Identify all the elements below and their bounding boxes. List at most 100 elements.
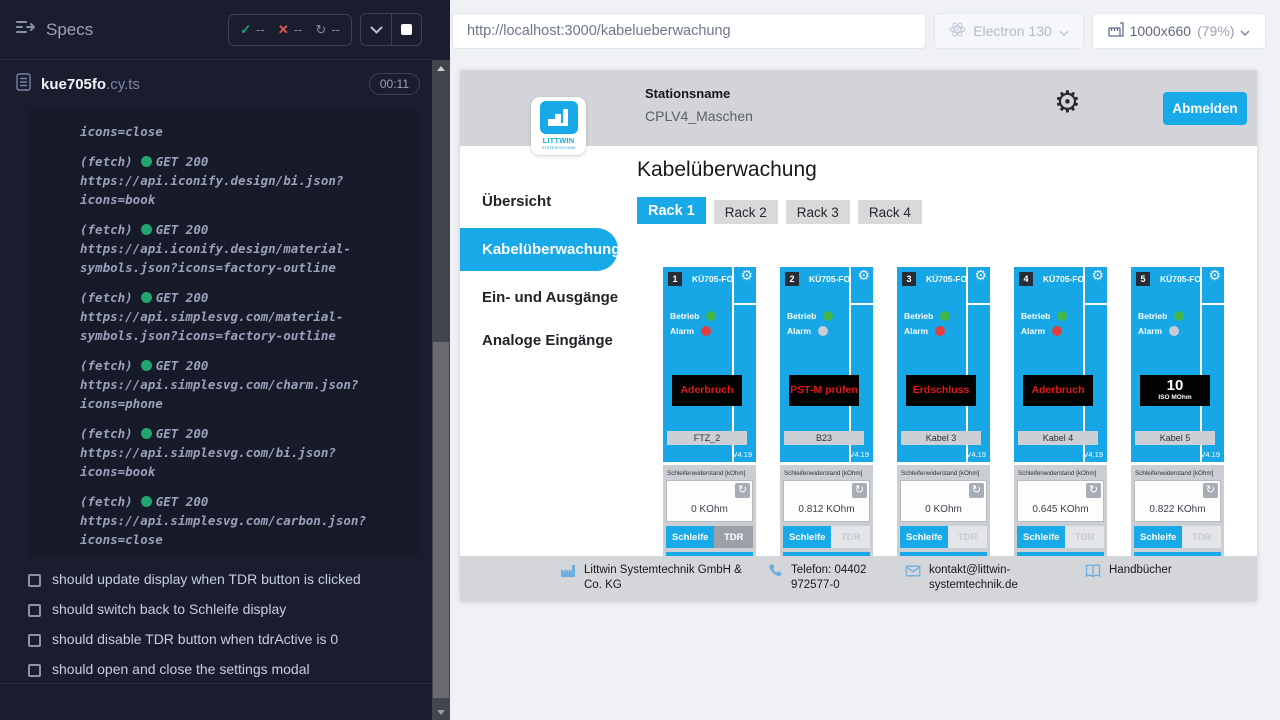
app-sidebar: Übersicht Kabelüberwachung Ein- und Ausg… bbox=[460, 146, 637, 556]
log-entry[interactable]: (fetch) GET 200 https://api.iconify.desi… bbox=[80, 152, 408, 209]
tdr-button[interactable]: TDR bbox=[948, 526, 987, 548]
schleife-button[interactable]: Schleife bbox=[1017, 526, 1065, 548]
logout-button[interactable]: Abmelden bbox=[1163, 92, 1247, 125]
slot-number: 1 bbox=[668, 272, 682, 286]
test-item[interactable]: should switch back to Schleife display bbox=[0, 594, 432, 624]
refresh-icon[interactable]: ↻ bbox=[735, 483, 750, 498]
tdr-button[interactable]: TDR bbox=[831, 526, 870, 548]
log-entry[interactable]: (fetch) GET 200 https://api.simplesvg.co… bbox=[80, 356, 408, 413]
log-continuation: icons=close bbox=[80, 122, 408, 141]
request-url: https://api.simplesvg.com/carbon.json?ic… bbox=[80, 511, 408, 549]
footer-item[interactable]: Telefon: 04402 972577-0 bbox=[767, 563, 892, 593]
measurement-value: 0.812 KOhm bbox=[784, 504, 869, 515]
browser-selector[interactable]: Electron 130 bbox=[934, 13, 1084, 49]
stop-button[interactable] bbox=[391, 14, 421, 45]
command-log: icons=close (fetch) GET 200 https://api.… bbox=[28, 110, 418, 558]
measurement-label: Schleifenwiderstand [kOhm] bbox=[1134, 468, 1221, 480]
station-label: Stationsname bbox=[645, 86, 753, 101]
card-settings-icon[interactable]: ⚙ bbox=[740, 267, 753, 284]
schleife-button[interactable]: Schleife bbox=[1134, 526, 1182, 548]
slot-number: 4 bbox=[1019, 272, 1033, 286]
sidebar-item[interactable]: Kabelüberwachung bbox=[460, 228, 618, 271]
test-state-icon bbox=[28, 574, 41, 587]
schleife-button[interactable]: Schleife bbox=[900, 526, 948, 548]
url-input[interactable]: http://localhost:3000/kabelueberwachung bbox=[452, 13, 926, 49]
betrieb-led bbox=[940, 311, 950, 321]
cable-label: B23 bbox=[784, 431, 864, 445]
footer-item[interactable]: Handbücher bbox=[1085, 563, 1172, 579]
measurement-value: 0 KOhm bbox=[901, 504, 986, 515]
scroll-up-icon[interactable] bbox=[432, 60, 450, 76]
measurement-display: ↻ 0 KOhm bbox=[666, 480, 753, 522]
device-front: 3 KÜ705-FO ⚙ Betrieb Alarm Erdschluss bbox=[897, 267, 990, 462]
fetch-label: (fetch) bbox=[80, 220, 133, 239]
card-settings-icon[interactable]: ⚙ bbox=[974, 267, 987, 284]
scrollbar-thumb[interactable] bbox=[433, 342, 449, 698]
rack-tab[interactable]: Rack 1 bbox=[637, 197, 706, 224]
rack-tab[interactable]: Rack 2 bbox=[714, 200, 778, 224]
status-code: GET 200 bbox=[156, 220, 209, 239]
device-card: 2 KÜ705-FO ⚙ Betrieb Alarm PST-M prüfen bbox=[780, 267, 873, 556]
measurement-display: ↻ 0.645 KOhm bbox=[1017, 480, 1104, 522]
test-item[interactable]: should open and close the settings modal bbox=[0, 654, 432, 684]
log-entry[interactable]: (fetch) GET 200 https://api.iconify.desi… bbox=[80, 220, 408, 277]
measurement-panel: Schleifenwiderstand [kOhm] ↻ 0 KOhm Schl… bbox=[663, 465, 756, 556]
device-card: 1 KÜ705-FO ⚙ Betrieb Alarm Aderbruch bbox=[663, 267, 756, 556]
footer-item[interactable]: kontakt@littwin-systemtechnik.de bbox=[905, 563, 1063, 593]
specs-menu-icon[interactable] bbox=[16, 19, 36, 40]
test-item[interactable]: should disable TDR button when tdrActive… bbox=[0, 624, 432, 654]
test-list: should update display when TDR button is… bbox=[0, 564, 432, 684]
log-entry[interactable]: (fetch) GET 200 https://api.simplesvg.co… bbox=[80, 288, 408, 345]
alarm-led bbox=[1052, 326, 1062, 336]
footer-icon bbox=[905, 563, 922, 579]
tdr-button[interactable]: TDR bbox=[1065, 526, 1104, 548]
device-model: KÜ705-FO bbox=[926, 274, 967, 284]
device-cards: 1 KÜ705-FO ⚙ Betrieb Alarm Aderbruch bbox=[663, 267, 1257, 556]
reporter-scrollbar[interactable] bbox=[432, 60, 450, 720]
footer-item[interactable]: Littwin Systemtechnik GmbH & Co. KG bbox=[560, 563, 750, 593]
run-controls bbox=[360, 13, 422, 46]
rack-tab[interactable]: Rack 4 bbox=[858, 200, 922, 224]
measurement-value: 0 KOhm bbox=[667, 504, 752, 515]
viewport-size-selector[interactable]: 1000x660 (79%) bbox=[1092, 13, 1266, 49]
rack-tab[interactable]: Rack 3 bbox=[786, 200, 850, 224]
refresh-icon[interactable]: ↻ bbox=[969, 483, 984, 498]
scroll-down-icon[interactable] bbox=[432, 704, 450, 720]
refresh-icon[interactable]: ↻ bbox=[1203, 483, 1218, 498]
card-settings-icon[interactable]: ⚙ bbox=[857, 267, 870, 284]
device-model: KÜ705-FO bbox=[1160, 274, 1201, 284]
refresh-icon[interactable]: ↻ bbox=[852, 483, 867, 498]
betrieb-label: Betrieb bbox=[1138, 311, 1167, 321]
station-name: CPLV4_Maschen bbox=[645, 108, 753, 124]
browser-name: Electron 130 bbox=[973, 23, 1052, 39]
app-viewport: LITTWIN SYSTEMTECHNIK Stationsname CPLV4… bbox=[460, 70, 1257, 601]
status-code: GET 200 bbox=[156, 424, 209, 443]
card-settings-icon[interactable]: ⚙ bbox=[1091, 267, 1104, 284]
measurement-display: ↻ 0.822 KOhm bbox=[1134, 480, 1221, 522]
refresh-icon[interactable]: ↻ bbox=[1086, 483, 1101, 498]
log-entry[interactable]: (fetch) GET 200 https://api.simplesvg.co… bbox=[80, 492, 408, 549]
tdr-button[interactable]: TDR bbox=[714, 526, 753, 548]
sidebar-item[interactable]: Ein- und Ausgänge bbox=[460, 276, 637, 319]
reporter-divider bbox=[0, 683, 432, 684]
status-code: GET 200 bbox=[156, 152, 209, 171]
card-settings-icon[interactable]: ⚙ bbox=[1208, 267, 1221, 284]
measurement-panel: Schleifenwiderstand [kOhm] ↻ 0.812 KOhm … bbox=[780, 465, 873, 556]
alarm-text: Aderbruch bbox=[672, 375, 742, 406]
schleife-button[interactable]: Schleife bbox=[783, 526, 831, 548]
settings-gear-icon[interactable]: ⚙ bbox=[1054, 88, 1081, 118]
sidebar-item[interactable]: Übersicht bbox=[460, 180, 637, 223]
failed-count: -- bbox=[294, 22, 303, 37]
cable-label: FTZ_2 bbox=[667, 431, 747, 445]
sidebar-item-label: Übersicht bbox=[482, 193, 551, 210]
alarm-label: Alarm bbox=[1021, 326, 1045, 336]
test-item[interactable]: should update display when TDR button is… bbox=[0, 564, 432, 594]
test-state-icon bbox=[28, 634, 41, 647]
spec-row[interactable]: kue705fo.cy.ts 00:11 bbox=[0, 60, 432, 108]
tdr-button[interactable]: TDR bbox=[1182, 526, 1221, 548]
sidebar-item[interactable]: Analoge Eingänge bbox=[460, 319, 637, 362]
schleife-button[interactable]: Schleife bbox=[666, 526, 714, 548]
log-entry[interactable]: (fetch) GET 200 https://api.simplesvg.co… bbox=[80, 424, 408, 481]
ruler-icon bbox=[1108, 22, 1124, 40]
collapse-button[interactable] bbox=[361, 14, 391, 45]
